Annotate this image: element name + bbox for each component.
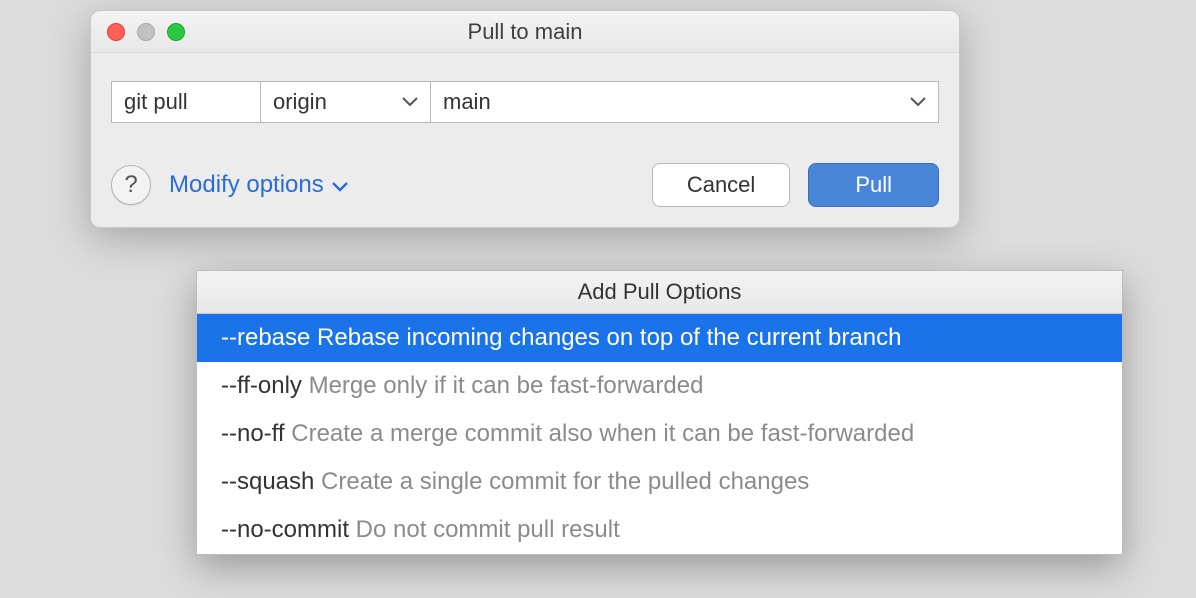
options-popup: Add Pull Options --rebase Rebase incomin…: [196, 270, 1123, 555]
close-icon[interactable]: [107, 23, 125, 41]
option-flag: --no-ff: [221, 420, 285, 447]
option-flag: --rebase: [221, 324, 310, 351]
option-desc: Do not commit pull result: [349, 516, 620, 543]
popup-item[interactable]: --rebase Rebase incoming changes on top …: [197, 314, 1122, 362]
option-desc: Create a single commit for the pulled ch…: [314, 468, 809, 495]
window-controls: [107, 23, 185, 41]
option-flag: --ff-only: [221, 372, 302, 399]
remote-select[interactable]: origin: [261, 81, 431, 123]
chevron-down-icon: [402, 97, 418, 107]
option-desc: Create a merge commit also when it can b…: [285, 420, 915, 447]
help-icon: ?: [124, 171, 137, 199]
option-desc: Rebase incoming changes on top of the cu…: [310, 324, 901, 351]
remote-value: origin: [273, 89, 327, 115]
command-field[interactable]: git pull: [111, 81, 261, 123]
branch-value: main: [443, 89, 491, 115]
chevron-down-icon: [332, 171, 348, 199]
popup-title: Add Pull Options: [197, 271, 1122, 314]
chevron-down-icon: [910, 97, 926, 107]
bottom-row: ? Modify options Cancel Pull: [111, 123, 939, 207]
dialog-title: Pull to main: [91, 19, 959, 45]
option-flag: --squash: [221, 468, 314, 495]
option-desc: Merge only if it can be fast-forwarded: [302, 372, 704, 399]
dialog-content: git pull origin main ? Modify options: [91, 53, 959, 227]
modify-options-link[interactable]: Modify options: [169, 171, 348, 199]
popup-item[interactable]: --squash Create a single commit for the …: [197, 458, 1122, 506]
minimize-icon[interactable]: [137, 23, 155, 41]
help-button[interactable]: ?: [111, 165, 151, 205]
pull-dialog: Pull to main git pull origin main ?: [90, 10, 960, 228]
command-text: git pull: [124, 89, 188, 115]
cancel-button[interactable]: Cancel: [652, 163, 790, 207]
branch-select[interactable]: main: [431, 81, 939, 123]
popup-item[interactable]: --no-ff Create a merge commit also when …: [197, 410, 1122, 458]
titlebar: Pull to main: [91, 11, 959, 53]
maximize-icon[interactable]: [167, 23, 185, 41]
popup-list: --rebase Rebase incoming changes on top …: [197, 314, 1122, 554]
pull-button[interactable]: Pull: [808, 163, 939, 207]
command-row: git pull origin main: [111, 81, 939, 123]
popup-item[interactable]: --no-commit Do not commit pull result: [197, 506, 1122, 554]
popup-item[interactable]: --ff-only Merge only if it can be fast-f…: [197, 362, 1122, 410]
modify-options-label: Modify options: [169, 171, 324, 199]
option-flag: --no-commit: [221, 516, 349, 543]
